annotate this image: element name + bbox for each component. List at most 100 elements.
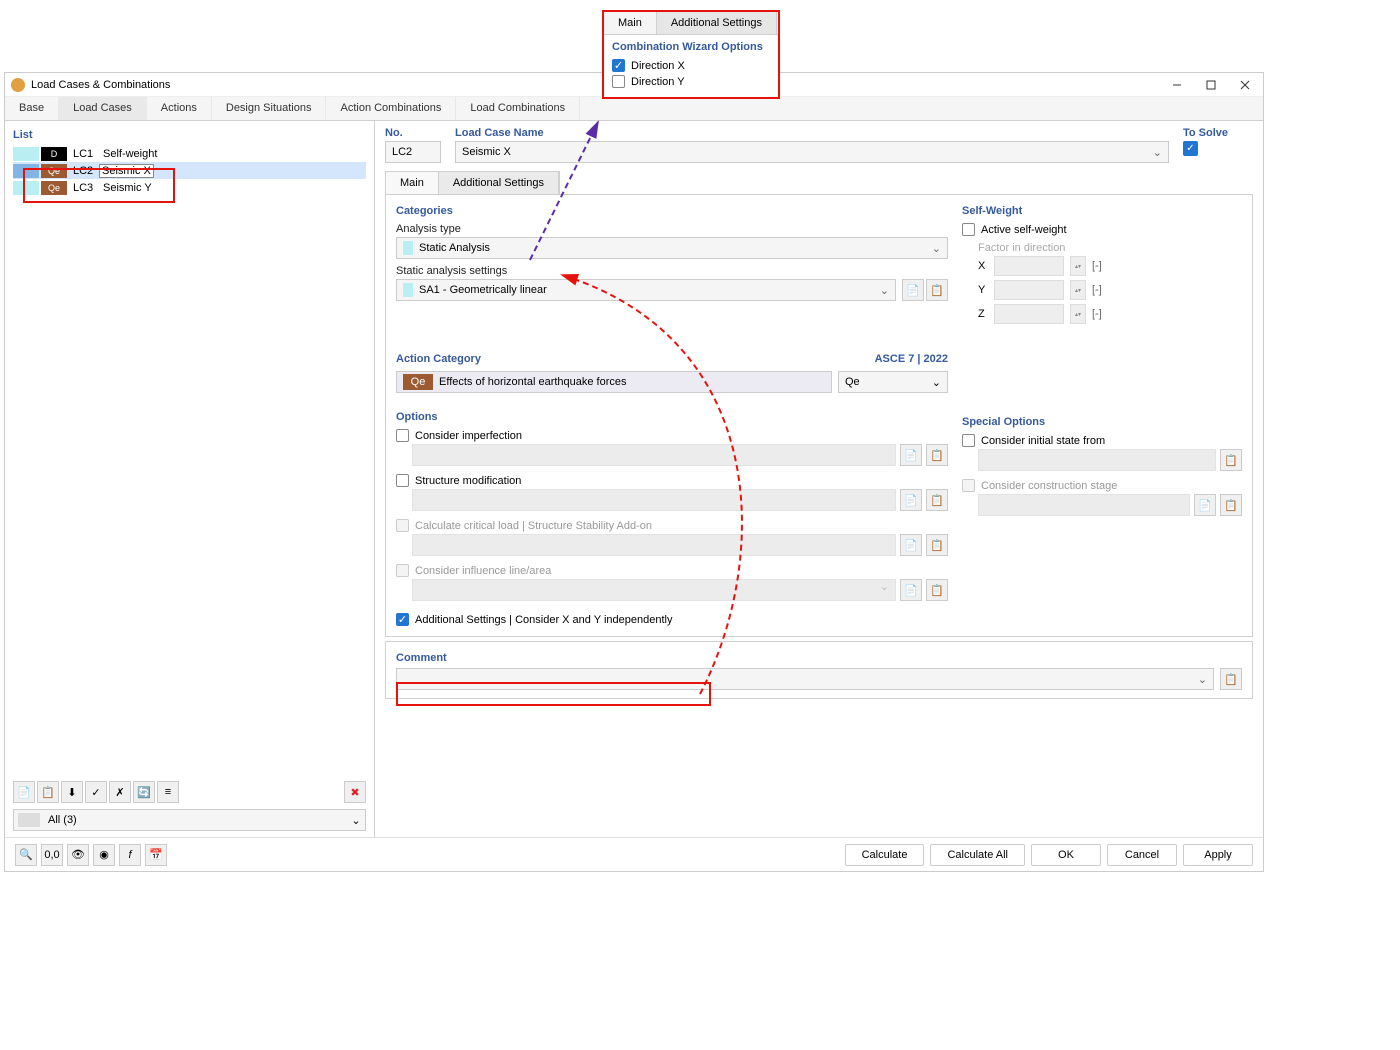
filter-chip [18,813,40,827]
right-panel: No. LC2 Load Case Name Seismic X⌄ To Sol… [375,121,1263,837]
units-button[interactable]: 0,0 [41,844,63,866]
axis-x-label: X [978,260,988,272]
detail-tabs: Main Additional Settings [385,171,560,194]
analysis-type-select[interactable]: Static Analysis ⌄ [396,237,948,259]
direction-x-checkbox[interactable]: ✓ [612,59,625,72]
name-input[interactable]: Seismic X⌄ [455,141,1169,163]
app-icon [11,78,25,92]
tab-actions[interactable]: Actions [147,97,212,120]
icon-button[interactable]: 📄 [900,444,922,466]
refresh-button[interactable]: 🔄 [133,781,155,803]
calculate-all-button[interactable]: Calculate All [930,844,1025,866]
new-settings-button[interactable]: 📄 [902,279,924,301]
main-window: Load Cases & Combinations Base Load Case… [4,72,1264,872]
popup-section-title: Combination Wizard Options [612,41,770,53]
calendar-button[interactable]: 📅 [145,844,167,866]
icon-button[interactable]: 📋 [926,534,948,556]
fx-button[interactable]: f [119,844,141,866]
icon-button[interactable]: 📋 [926,579,948,601]
color-swatch [403,241,413,255]
new-item-button[interactable]: 📄 [13,781,35,803]
critical-load-input [412,534,896,556]
categories-title: Categories [396,205,948,217]
factor-x-input [994,256,1064,276]
uncheck-button[interactable]: ✗ [109,781,131,803]
sort-button[interactable]: ≡ [157,781,179,803]
lc-id: LC1 [69,148,99,160]
ok-button[interactable]: OK [1031,844,1101,866]
check-button[interactable]: ✓ [85,781,107,803]
comment-section: Comment ⌄ 📋 [385,641,1253,699]
list-toolbar: 📄 📋 ⬇ ✓ ✗ 🔄 ≡ ✖ [13,777,366,807]
list-filter[interactable]: All (3) ⌄ [13,809,366,831]
direction-y-checkbox[interactable] [612,75,625,88]
chevron-down-icon: ⌄ [880,580,895,600]
list-row-lc1[interactable]: D LC1 Self-weight [13,145,366,162]
popup-tab-additional[interactable]: Additional Settings [657,12,777,34]
down-button[interactable]: ⬇ [61,781,83,803]
static-settings-select[interactable]: SA1 - Geometrically linear ⌄ [396,279,896,301]
imperfection-input [412,444,896,466]
copy-button[interactable]: 📋 [37,781,59,803]
action-category-title: Action Category [396,353,481,365]
icon-button[interactable]: 📋 [926,444,948,466]
icon-button[interactable]: 📄 [900,579,922,601]
tab-action-combinations[interactable]: Action Combinations [326,97,456,120]
chevron-down-icon: ⌄ [880,284,889,297]
unit-label: [-] [1092,308,1102,320]
close-button[interactable] [1233,75,1257,95]
tab-base[interactable]: Base [5,97,59,120]
tab-additional-settings[interactable]: Additional Settings [439,172,559,194]
color-button[interactable]: ◉ [93,844,115,866]
initial-state-checkbox[interactable] [962,434,975,447]
direction-y-label: Direction Y [631,76,685,88]
no-input[interactable]: LC2 [385,141,441,163]
icon-button[interactable]: 📋 [926,489,948,511]
structure-mod-checkbox[interactable] [396,474,409,487]
view-button[interactable]: 👁 [67,844,89,866]
factor-z-input [994,304,1064,324]
no-label: No. [385,127,441,139]
search-button[interactable]: 🔍 [15,844,37,866]
popup-tab-main[interactable]: Main [604,12,657,34]
edit-settings-button[interactable]: 📋 [926,279,948,301]
to-solve-checkbox[interactable]: ✓ [1183,141,1198,156]
active-selfweight-checkbox[interactable] [962,223,975,236]
action-category-display[interactable]: Qe Effects of horizontal earthquake forc… [396,371,832,393]
icon-button[interactable]: 📄 [900,534,922,556]
stepper-icon: ▴▾ [1070,280,1086,300]
special-options-title: Special Options [962,416,1242,428]
action-category-select[interactable]: Qe⌄ [838,371,948,393]
influence-input: ⌄ [412,579,896,601]
chevron-down-icon: ⌄ [932,242,941,255]
imperfection-checkbox[interactable] [396,429,409,442]
icon-button[interactable]: 📄 [900,489,922,511]
analysis-type-label: Analysis type [396,223,948,235]
color-chip [13,147,39,161]
maximize-button[interactable] [1199,75,1223,95]
comment-input[interactable]: ⌄ [396,668,1214,690]
tab-design-situations[interactable]: Design Situations [212,97,327,120]
delete-button[interactable]: ✖ [344,781,366,803]
calculate-button[interactable]: Calculate [845,844,925,866]
apply-button[interactable]: Apply [1183,844,1253,866]
chevron-down-icon: ⌄ [347,814,365,827]
cancel-button[interactable]: Cancel [1107,844,1177,866]
lc-name: Self-weight [99,148,157,160]
influence-label: Consider influence line/area [415,565,551,577]
icon-button[interactable]: 📄 [1194,494,1216,516]
annotation-box [23,168,175,203]
minimize-button[interactable] [1165,75,1189,95]
icon-button[interactable]: 📋 [1220,494,1242,516]
stepper-icon: ▴▾ [1070,304,1086,324]
load-case-list: D LC1 Self-weight Qe LC2 Seismic X Qe LC… [13,145,366,777]
critical-load-label: Calculate critical load | Structure Stab… [415,520,652,532]
icon-button[interactable]: 📋 [1220,449,1242,471]
tab-load-cases[interactable]: Load Cases [59,97,147,120]
stepper-icon: ▴▾ [1070,256,1086,276]
tab-load-combinations[interactable]: Load Combinations [456,97,580,120]
additional-settings-checkbox[interactable]: ✓ [396,613,409,626]
comment-icon-button[interactable]: 📋 [1220,668,1242,690]
factor-label: Factor in direction [978,242,1242,254]
tab-main[interactable]: Main [386,172,439,194]
